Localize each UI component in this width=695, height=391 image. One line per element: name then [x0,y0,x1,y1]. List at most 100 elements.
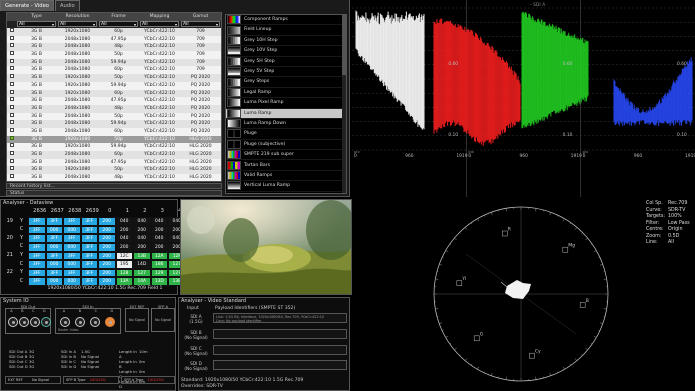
dataview-cell[interactable]: 3FF [28,251,46,261]
pattern-scrollbar[interactable] [342,15,346,193]
dataview-cell[interactable]: 000 [45,260,63,269]
dataview-cell[interactable]: 3FF [28,260,46,269]
dataview-cell[interactable]: 14A [133,277,151,286]
table-row[interactable]: 3G B 2048x1080 59.94p YCbCr:422:10 PQ 2020 [7,120,221,128]
row-checkbox[interactable] [7,89,16,98]
tab-audio[interactable]: Audio [54,0,80,11]
dataview-cell[interactable]: 12A [150,251,168,261]
row-checkbox[interactable] [7,51,16,59]
table-row[interactable]: 3G B 1920x1080 59.94p YCbCr:422:10 PQ 2020 [7,81,221,90]
dataview-cell[interactable]: 3FF [28,243,46,252]
column-type[interactable]: Type [16,13,57,21]
dataview-cell[interactable]: 127 [133,268,151,278]
row-checkbox[interactable] [7,166,16,174]
dataview-cell[interactable]: 13A [115,277,133,286]
dataview-cell[interactable]: 000 [63,277,81,286]
dataview-cell[interactable]: 3FF [28,268,46,278]
pattern-item[interactable]: Component Ramps [226,15,346,26]
recent-history[interactable]: Recent history list... [6,183,222,189]
dataview-cell[interactable]: 128 [115,268,133,278]
dataview-cell[interactable]: 200 [98,277,116,286]
dataview-cell[interactable]: 040 [150,217,168,226]
dataview-cell[interactable]: 129 [150,268,168,278]
dataview-cell[interactable]: 040 [133,234,151,243]
dataview-cell[interactable]: 200 [150,225,168,235]
dataview-cell[interactable]: 3FF [28,277,46,286]
dataview-cell[interactable]: 3FF [80,225,98,235]
row-checkbox[interactable] [7,120,16,128]
dataview-cell[interactable]: 3FF [28,217,46,226]
sdi-out-c-dial[interactable] [30,317,40,327]
table-row[interactable]: 3G B 2048x1080 47.95p YCbCr:422:10 709 [7,35,221,44]
dataview-cell[interactable]: 3FF [80,234,98,243]
dataview-cell[interactable]: 200 [115,225,133,235]
dataview-cell[interactable]: 040 [150,234,168,243]
row-checkbox[interactable] [7,74,16,82]
dataview-cell[interactable]: 200 [133,225,151,235]
dataview-cell[interactable]: 3FF [80,243,98,252]
filter-type[interactable]: All [17,21,56,27]
table-row[interactable]: 3G B 2048x1080 48p YCbCr:422:10 709 [7,43,221,52]
dataview-cell[interactable]: 000 [45,225,63,235]
dataview-cell[interactable]: 040 [115,217,133,226]
sdi-out-a-dial[interactable] [8,317,18,327]
table-row[interactable]: 3G B 2048x1080 59.94p YCbCr:422:10 709 [7,58,221,67]
dataview-cell[interactable]: 200 [150,243,168,252]
dataview-cell[interactable]: 000 [45,243,63,252]
row-checkbox[interactable] [7,151,16,159]
pattern-item[interactable]: Luma Ramp Down [226,119,346,130]
column-resolution[interactable]: Resolution [57,13,98,21]
pattern-item[interactable]: Grey Steps [226,77,346,88]
dataview-cell[interactable]: 200 [98,251,116,261]
row-checkbox[interactable] [7,143,16,151]
table-row[interactable]: 3G B 2048x1080 60p YCbCr:422:10 HLG 2020 [7,151,221,159]
pattern-item[interactable]: Luma Pixel Ramp [226,98,346,109]
pattern-item[interactable]: Field Lineup [226,25,346,36]
pattern-item[interactable]: SMPTE 219 sub super [226,150,346,161]
row-checkbox[interactable] [7,158,16,167]
dataview-cell[interactable]: 13B [133,251,151,261]
table-row[interactable]: 3G B 1920x1080 50p YCbCr:422:10 HLG 2020 [7,166,221,175]
dataview-cell[interactable]: 200 [98,243,116,252]
table-row[interactable]: 3G B 1920x1080 50p YCbCr:422:10 PQ 2020 [7,74,221,82]
filter-mapping[interactable]: All [140,21,179,27]
table-row[interactable]: 3G B 2048x1080 60p YCbCr:422:10 PQ 2020 [7,127,221,136]
table-row[interactable]: 3G B 2048x1080 50p YCbCr:422:10 PQ 2020 [7,112,221,121]
table-row[interactable]: 3G B 2048x1080 47.95p YCbCr:422:10 HLG 2020 [7,158,221,167]
filter-gamut[interactable]: All [181,21,220,27]
dataview-cell[interactable]: 200 [98,217,116,226]
row-checkbox[interactable] [7,28,16,36]
pattern-item[interactable]: Grey 5V Step [226,67,346,78]
pattern-item[interactable]: Luma Ramp [226,108,346,119]
table-row[interactable]: 3G B 1920x1080 50p YCbCr:422:10 HLG 2020 [7,135,221,144]
dataview-cell[interactable]: 3FF [80,260,98,269]
dataview-cell[interactable]: 200 [98,234,116,243]
row-checkbox[interactable] [7,35,16,44]
sdi-in-a-dial[interactable] [60,317,70,327]
row-checkbox[interactable] [7,81,16,90]
dataview-cell[interactable]: 186 [150,260,168,269]
dataview-cell[interactable]: 3FF [28,234,46,243]
pattern-item[interactable]: Valid Ramps [226,171,346,182]
dataview-cell[interactable]: 195 [115,260,133,269]
pattern-item[interactable]: Legal Ramp [226,87,346,99]
sdi-in-b-dial[interactable] [75,317,85,327]
pattern-item[interactable]: Grey 5H Step [226,56,346,67]
table-row[interactable]: 3G B 1920x1080 59.94p YCbCr:422:10 HLG 2020 [7,143,221,151]
tab-generate-video[interactable]: Generate - Video [0,0,54,11]
row-checkbox[interactable] [7,66,16,74]
dataview-cell[interactable]: 000 [45,277,63,286]
dataview-cell[interactable]: 200 [115,243,133,252]
sdi-out-b-dial[interactable] [19,317,29,327]
dataview-cell[interactable]: 000 [63,260,81,269]
dataview-cell[interactable]: 200 [98,268,116,278]
dataview-cell[interactable]: 3FF [45,234,63,243]
table-row[interactable]: 3G B 1920x1080 60p YCbCr:422:10 PQ 2020 [7,89,221,98]
dataview-cell[interactable]: 14D [133,260,151,269]
row-checkbox[interactable] [7,104,16,113]
column-frame[interactable]: Frame [98,13,139,21]
table-row[interactable]: 3G B 1920x1080 60p YCbCr:422:10 709 [7,28,221,36]
row-checkbox[interactable] [7,135,16,144]
pattern-item[interactable]: Grey 10V Step [226,46,346,57]
row-checkbox[interactable] [7,112,16,121]
